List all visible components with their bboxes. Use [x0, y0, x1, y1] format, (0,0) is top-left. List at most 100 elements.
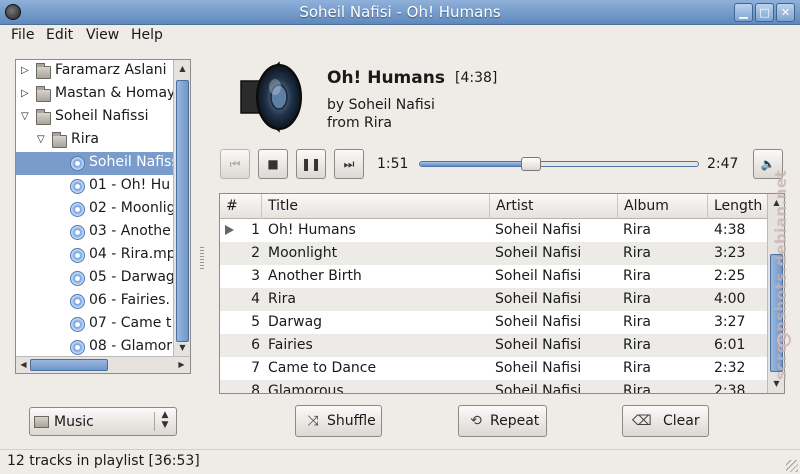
expander-closed-icon[interactable]: ▷ [21, 65, 29, 76]
maximize-button[interactable]: □ [755, 3, 774, 22]
library-horizontal-scrollbar[interactable]: ◀ ▶ [16, 356, 190, 373]
source-select-value: Music [54, 414, 94, 430]
scroll-right-icon[interactable]: ▶ [174, 358, 189, 372]
playlist-row[interactable]: 1 Oh! Humans Soheil Nafisi Rira 4:38 [220, 219, 768, 242]
menu-help[interactable]: Help [131, 27, 163, 43]
track-length: 2:38 [714, 383, 746, 394]
next-button[interactable]: ⏭ [334, 149, 364, 179]
tree-item-label: 03 - Anothe [89, 223, 171, 239]
pause-button[interactable]: ❚❚ [296, 149, 326, 179]
track-album: Rira [623, 268, 651, 284]
track-artist: Soheil Nafisi [495, 314, 582, 330]
track-length: 4:38 [714, 222, 746, 238]
stop-button[interactable]: ■ [258, 149, 288, 179]
expander-open-icon[interactable]: ▽ [21, 111, 29, 122]
track-album: Rira [623, 360, 651, 376]
shuffle-button[interactable]: ⤨ Shuffle [295, 405, 382, 437]
column-artist[interactable]: Artist [490, 194, 618, 219]
tree-item-label: Mastan & Homay [55, 85, 174, 101]
track-length: 3:23 [714, 245, 746, 261]
playlist-row[interactable]: 2 Moonlight Soheil Nafisi Rira 3:23 [220, 242, 768, 265]
track-number: 8 [251, 383, 260, 394]
library-tree[interactable]: ▷ Faramarz Aslani ▷ Mastan & Homay ▽ Soheil N… [15, 59, 191, 374]
column-album[interactable]: Album [618, 194, 708, 219]
repeat-button[interactable]: ⟲ Repeat [458, 405, 547, 437]
track-artist: Soheil Nafisi [495, 383, 582, 394]
tree-item-track[interactable]: 02 - Moonlig [16, 198, 174, 221]
previous-button[interactable]: ⏮ [220, 149, 250, 179]
source-select[interactable]: Music ▲ ▼ [29, 407, 177, 436]
tree-item-label: Soheil Nafissi [55, 108, 149, 124]
tree-item-track[interactable]: 06 - Fairies. [16, 290, 174, 313]
track-artist: Soheil Nafisi [495, 360, 582, 376]
column-title[interactable]: Title [262, 194, 490, 219]
folder-icon [52, 132, 67, 148]
seek-slider[interactable] [419, 157, 699, 171]
playlist-row[interactable]: 5 Darwag Soheil Nafisi Rira 3:27 [220, 311, 768, 334]
scroll-thumb[interactable] [176, 80, 189, 342]
now-playing-length: [4:38] [455, 70, 498, 86]
column-length[interactable]: Length [708, 194, 768, 219]
playlist-row[interactable]: 3 Another Birth Soheil Nafisi Rira 2:25 [220, 265, 768, 288]
column-number[interactable]: # [220, 194, 262, 219]
library-vertical-scrollbar[interactable]: ▲ ▼ [173, 60, 190, 356]
clear-button[interactable]: ⌫ Clear [622, 405, 709, 437]
tree-item-track[interactable]: Soheil Nafiss [16, 152, 174, 175]
elapsed-time: 1:51 [377, 156, 409, 172]
scroll-up-icon[interactable]: ▲ [175, 62, 190, 76]
track-title: Darwag [268, 314, 323, 330]
folder-icon [36, 86, 51, 102]
status-text: 12 tracks in playlist [36:53] [7, 453, 200, 469]
resize-grip-icon[interactable] [786, 460, 798, 472]
audio-file-icon [70, 179, 85, 194]
menu-file[interactable]: File [11, 27, 34, 43]
pause-icon: ❚❚ [300, 157, 322, 171]
watermark-logo-icon [777, 333, 791, 347]
tree-item-artist[interactable]: ▽ Soheil Nafissi [16, 106, 174, 129]
expander-closed-icon[interactable]: ▷ [21, 88, 29, 99]
scroll-thumb[interactable] [30, 359, 108, 371]
track-album: Rira [623, 222, 651, 238]
tree-item-track[interactable]: 08 - Glamor [16, 336, 174, 356]
shuffle-icon: ⤨ [307, 413, 319, 429]
tree-item-label: 06 - Fairies. [89, 292, 171, 308]
now-playing-icon [225, 225, 234, 235]
playlist-table[interactable]: # Title Artist Album Length 1 Oh! Humans S… [219, 193, 785, 394]
track-artist: Soheil Nafisi [495, 337, 582, 353]
combo-separator [154, 412, 155, 431]
tree-item-artist[interactable]: ▷ Faramarz Aslani [16, 60, 174, 83]
playlist-row[interactable]: 4 Rira Soheil Nafisi Rira 4:00 [220, 288, 768, 311]
tree-item-label: 02 - Moonlig [89, 200, 174, 216]
tree-item-track[interactable]: 04 - Rira.mp [16, 244, 174, 267]
folder-icon [34, 416, 49, 428]
audio-file-icon [70, 340, 85, 355]
audio-file-icon [70, 294, 85, 309]
tree-item-artist[interactable]: ▷ Mastan & Homay [16, 83, 174, 106]
track-album: Rira [623, 245, 651, 261]
track-album: Rira [623, 337, 651, 353]
seek-handle[interactable] [521, 157, 541, 171]
tree-item-track[interactable]: 01 - Oh! Hu [16, 175, 174, 198]
tree-item-track[interactable]: 07 - Came t [16, 313, 174, 336]
scroll-down-icon[interactable]: ▼ [175, 341, 190, 355]
playlist-row[interactable]: 6 Fairies Soheil Nafisi Rira 6:01 [220, 334, 768, 357]
track-number: 4 [251, 291, 260, 307]
tree-item-track[interactable]: 05 - Darwag [16, 267, 174, 290]
shuffle-label: Shuffle [327, 413, 376, 429]
scroll-left-icon[interactable]: ◀ [16, 358, 31, 372]
tree-item-label: Faramarz Aslani [55, 62, 167, 78]
previous-icon: ⏮ [229, 157, 241, 171]
expander-open-icon[interactable]: ▽ [37, 134, 45, 145]
tree-item-label: 08 - Glamor [89, 338, 173, 354]
menu-view[interactable]: View [86, 27, 119, 43]
tree-item-album[interactable]: ▽ Rira [16, 129, 174, 152]
minimize-button[interactable]: ▁ [734, 3, 753, 22]
pane-resize-handle[interactable] [200, 247, 204, 269]
menu-edit[interactable]: Edit [46, 27, 73, 43]
close-button[interactable]: ✕ [776, 3, 795, 22]
track-artist: Soheil Nafisi [495, 268, 582, 284]
tree-item-track[interactable]: 03 - Anothe [16, 221, 174, 244]
playlist-row[interactable]: 8 Glamorous Soheil Nafisi Rira 2:38 [220, 380, 768, 394]
up-down-icon: ▲ ▼ [161, 410, 169, 430]
playlist-row[interactable]: 7 Came to Dance Soheil Nafisi Rira 2:32 [220, 357, 768, 380]
